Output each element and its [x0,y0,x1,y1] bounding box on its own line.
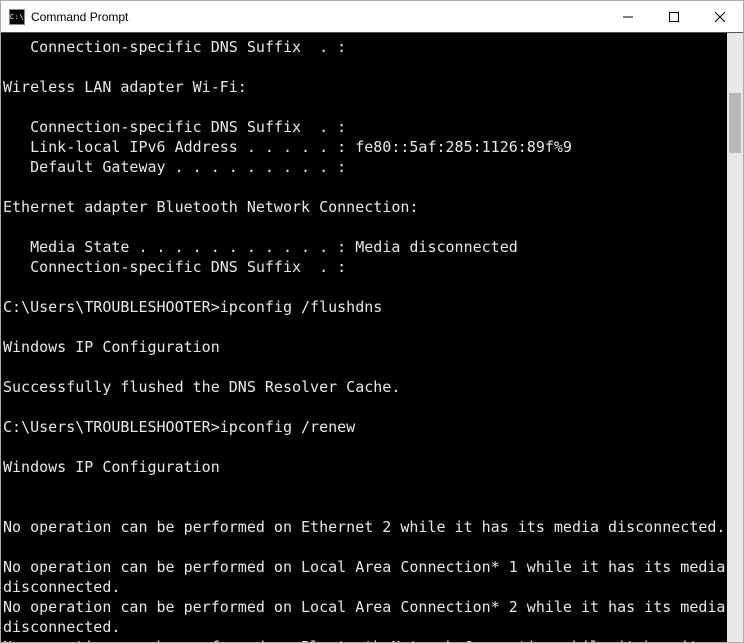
console-output[interactable]: Connection-specific DNS Suffix . : Wirel… [1,33,727,642]
command-prompt-icon: C:\ [9,9,25,25]
minimize-icon [623,12,633,22]
titlebar[interactable]: C:\ Command Prompt [1,1,743,33]
vertical-scrollbar[interactable] [727,33,743,642]
client-area: Connection-specific DNS Suffix . : Wirel… [1,33,743,642]
maximize-icon [669,12,679,22]
close-icon [715,12,725,22]
maximize-button[interactable] [651,1,697,32]
command-prompt-window: C:\ Command Prompt Connection-specific D… [0,0,744,643]
scrollbar-thumb[interactable] [729,93,741,153]
minimize-button[interactable] [605,1,651,32]
close-button[interactable] [697,1,743,32]
window-title: Command Prompt [31,10,605,24]
window-controls [605,1,743,32]
